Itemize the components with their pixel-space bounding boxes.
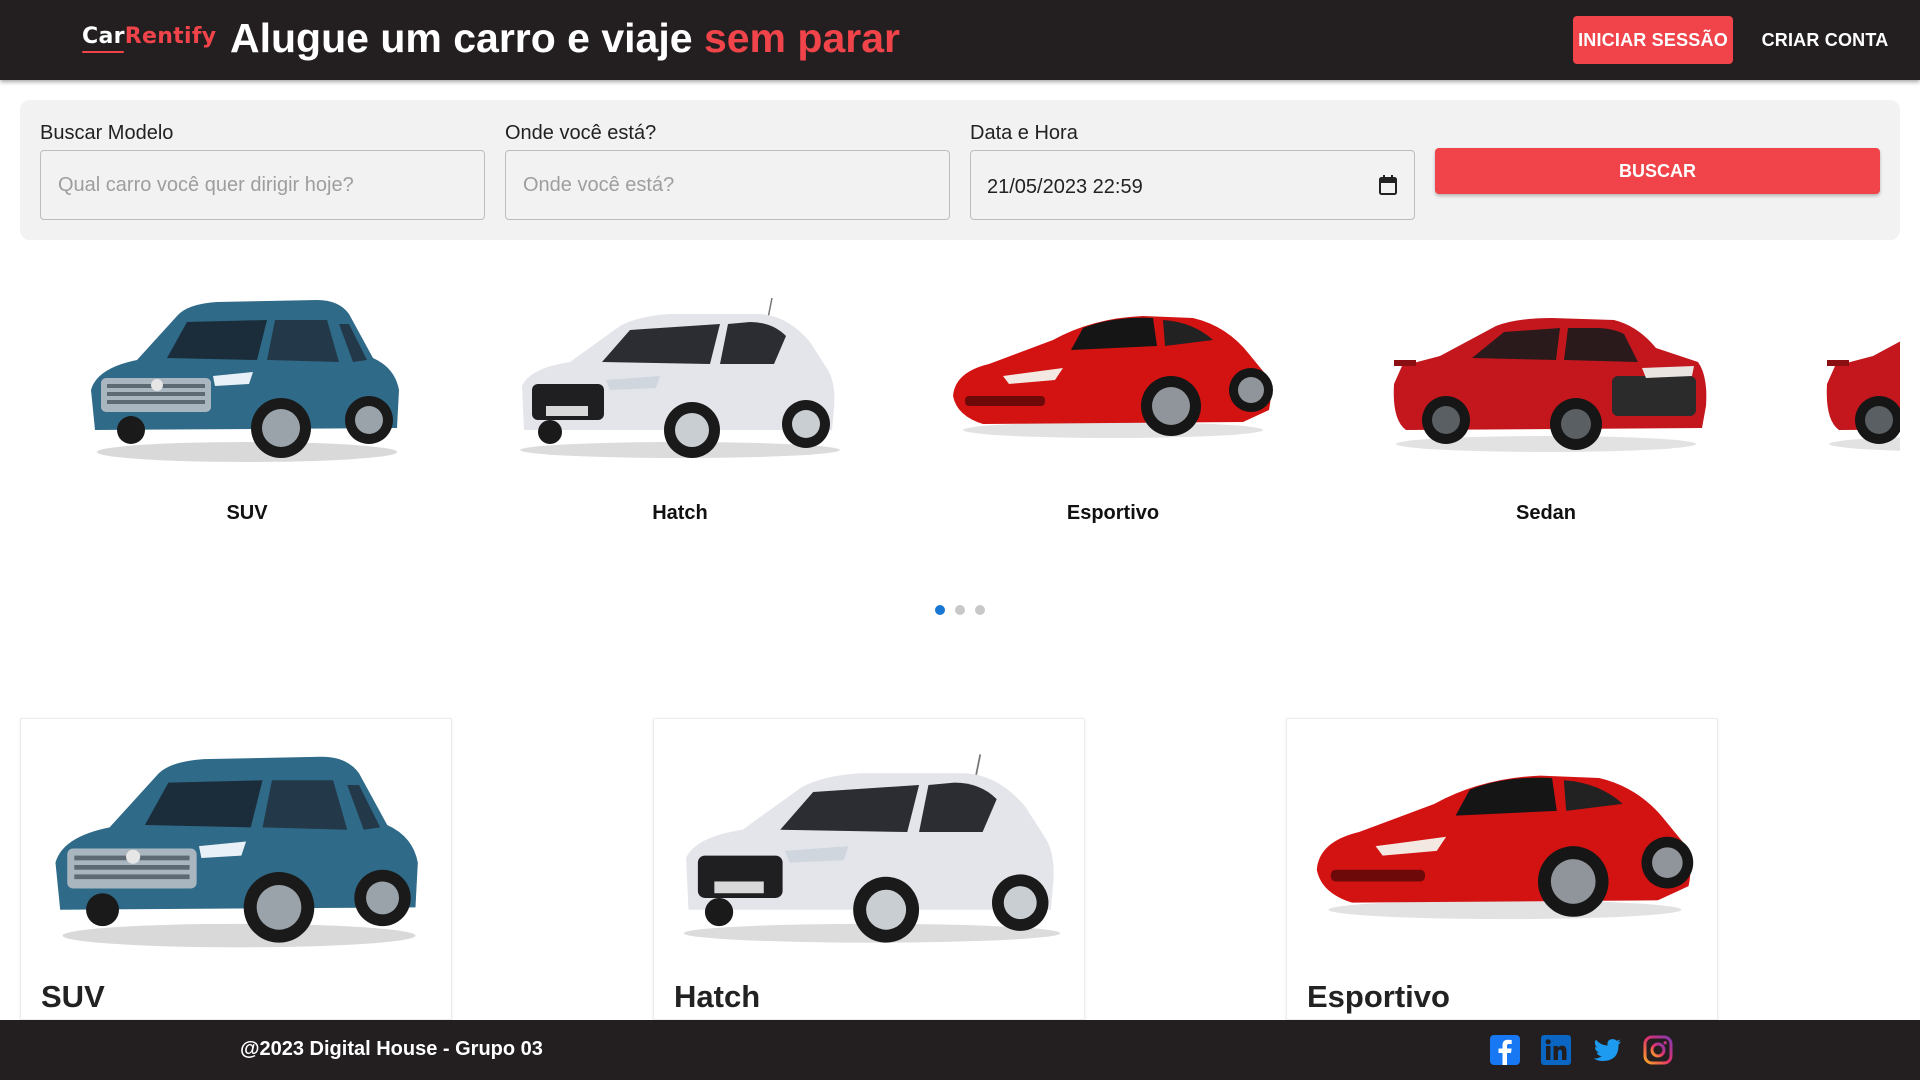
carousel-pagination bbox=[935, 605, 985, 615]
category-card-esportivo[interactable]: Esportivo bbox=[1286, 718, 1718, 1020]
calendar-icon[interactable] bbox=[1379, 175, 1397, 195]
instagram-icon[interactable] bbox=[1643, 1035, 1673, 1065]
carousel-item-hatch[interactable]: Hatch bbox=[480, 270, 880, 550]
datetime-input-wrapper: 21/05/2023 22:59 bbox=[970, 150, 1415, 220]
login-button[interactable]: INICIAR SESSÃO bbox=[1573, 16, 1733, 64]
sedan-car-image bbox=[1809, 280, 1900, 470]
carousel-item-partial[interactable] bbox=[1779, 270, 1900, 550]
datetime-value: 21/05/2023 22:59 bbox=[987, 176, 1143, 198]
copyright-text: @2023 Digital House - Grupo 03 bbox=[240, 1038, 543, 1060]
tagline-main: Alugue um carro e viaje bbox=[230, 15, 704, 61]
card-title: Esportivo bbox=[1307, 979, 1450, 1014]
facebook-icon[interactable] bbox=[1490, 1035, 1520, 1065]
carousel-item-esportivo[interactable]: Esportivo bbox=[913, 270, 1313, 550]
sports-car-image bbox=[943, 280, 1283, 470]
card-title: Hatch bbox=[674, 979, 761, 1014]
logo-text: CarRentify bbox=[82, 24, 216, 49]
model-field: Buscar Modelo bbox=[40, 122, 485, 220]
sports-card-image bbox=[1305, 725, 1705, 965]
carousel-dot-3[interactable] bbox=[975, 605, 985, 615]
carousel-item-label: SUV bbox=[226, 502, 268, 524]
page-tagline: Alugue um carro e viaje sem parar bbox=[230, 15, 900, 62]
carousel-item-label: Sedan bbox=[1515, 502, 1577, 524]
top-header: CarRentify Alugue um carro e viaje sem p… bbox=[0, 0, 1920, 80]
carousel-item-label: Hatch bbox=[652, 502, 708, 524]
linkedin-icon[interactable] bbox=[1541, 1035, 1571, 1065]
twitter-icon[interactable] bbox=[1592, 1035, 1622, 1065]
logo-part-car: Car bbox=[82, 24, 125, 49]
location-label: Onde você está? bbox=[505, 122, 657, 144]
suv-car-image bbox=[77, 280, 417, 470]
social-links bbox=[1490, 1035, 1673, 1065]
model-search-input[interactable] bbox=[40, 150, 485, 220]
hatch-car-image bbox=[510, 280, 850, 470]
logo-underline bbox=[82, 51, 124, 53]
location-input[interactable] bbox=[505, 150, 950, 220]
carousel-dot-1[interactable] bbox=[935, 605, 945, 615]
tagline-accent: sem parar bbox=[703, 15, 900, 61]
location-field: Onde você está? bbox=[505, 122, 950, 220]
signup-button[interactable]: CRIAR CONTA bbox=[1745, 16, 1905, 64]
carousel-item-sedan[interactable]: Sedan bbox=[1346, 270, 1746, 550]
carousel-dot-2[interactable] bbox=[955, 605, 965, 615]
suv-card-image bbox=[39, 725, 439, 965]
search-panel: Buscar Modelo Onde você está? Data e Hor… bbox=[20, 100, 1900, 240]
logo-part-rentify: Rentify bbox=[124, 24, 217, 49]
carousel-item-suv[interactable]: SUV bbox=[47, 270, 447, 550]
search-button[interactable]: BUSCAR bbox=[1435, 148, 1880, 194]
category-card-suv[interactable]: SUV bbox=[20, 718, 452, 1020]
carousel-item-label: Esportivo bbox=[1066, 502, 1160, 524]
datetime-field: Data e Hora 21/05/2023 22:59 bbox=[970, 122, 1415, 220]
category-card-hatch[interactable]: Hatch bbox=[653, 718, 1085, 1020]
hatch-card-image bbox=[672, 725, 1072, 965]
logo[interactable]: CarRentify bbox=[82, 24, 216, 53]
category-carousel: SUV Hatch Esportivo Sedan bbox=[20, 270, 1900, 550]
model-label: Buscar Modelo bbox=[40, 122, 174, 144]
footer: @2023 Digital House - Grupo 03 bbox=[0, 1020, 1920, 1080]
datetime-label: Data e Hora bbox=[970, 122, 1078, 144]
sedan-car-image bbox=[1376, 280, 1716, 470]
card-title: SUV bbox=[41, 979, 105, 1014]
